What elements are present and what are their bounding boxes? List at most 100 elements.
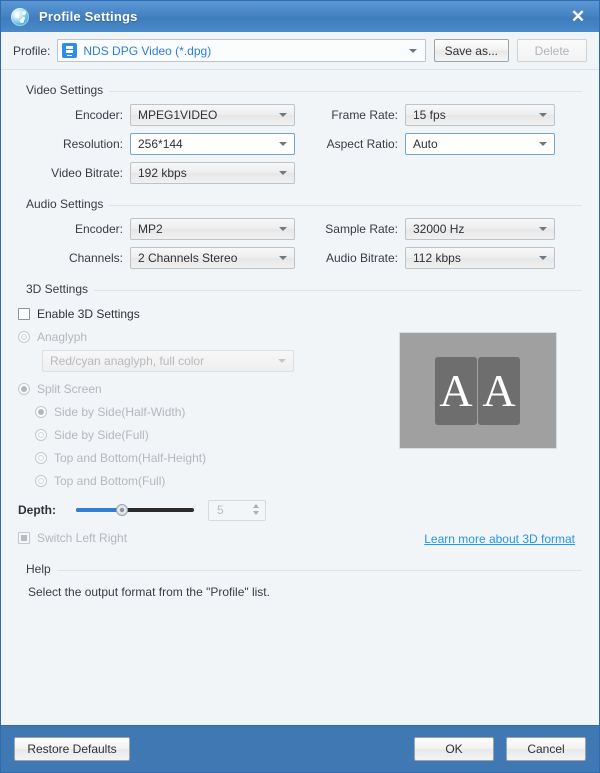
profile-settings-dialog: Profile Settings ✕ Profile: NDS DPG Vide… (0, 0, 600, 773)
side-by-side-full-row: Side by Side(Full) (18, 424, 373, 445)
top-bottom-half-label: Top and Bottom(Half-Height) (54, 450, 207, 465)
depth-slider[interactable] (76, 503, 194, 517)
anaglyph-mode-value: Red/cyan anaglyph, full color (50, 354, 205, 368)
video-row-2: Resolution: 256*144 Aspect Ratio: Auto (18, 133, 582, 155)
anaglyph-mode-row: Red/cyan anaglyph, full color (18, 350, 373, 372)
chevron-down-icon (279, 142, 287, 146)
frame-rate-value: 15 fps (413, 108, 446, 122)
sample-rate-value: 32000 Hz (413, 222, 465, 236)
disc-icon (11, 7, 29, 26)
top-bottom-half-radio (35, 451, 47, 464)
sample-rate-field: Sample Rate: 32000 Hz (295, 218, 555, 240)
titlebar: Profile Settings ✕ (1, 1, 599, 32)
video-settings-body: Encoder: MPEG1VIDEO Frame Rate: 15 fps R… (18, 97, 582, 184)
chevron-down-icon (253, 510, 259, 515)
side-by-side-full-label: Side by Side(Full) (54, 427, 149, 442)
help-group-rule (18, 570, 582, 571)
anaglyph-label: Anaglyph (37, 329, 88, 344)
switch-left-right-checkbox (18, 531, 30, 544)
frame-rate-select[interactable]: 15 fps (405, 104, 555, 126)
depth-slider-fill (76, 508, 121, 512)
side-by-side-half-label: Side by Side(Half-Width) (54, 404, 186, 419)
video-encoder-select[interactable]: MPEG1VIDEO (130, 104, 295, 126)
threed-settings-group: 3D Settings Enable 3D Settings Anaglyph … (18, 282, 582, 546)
threed-options-column: Enable 3D Settings Anaglyph Red/cyan ana… (18, 303, 373, 550)
ok-button[interactable]: OK (414, 737, 494, 761)
profile-label: Profile: (13, 43, 51, 58)
chevron-down-icon (278, 359, 286, 363)
depth-stepper: 5 (208, 499, 266, 521)
audio-bitrate-select[interactable]: 112 kbps (405, 247, 555, 269)
audio-bitrate-value: 112 kbps (413, 251, 461, 265)
chevron-up-icon (253, 503, 259, 508)
audio-row-1: Encoder: MP2 Sample Rate: 32000 Hz (18, 218, 582, 240)
close-icon[interactable]: ✕ (563, 4, 593, 30)
channels-label: Channels: (68, 251, 123, 265)
save-as-button[interactable]: Save as... (433, 39, 509, 62)
anaglyph-radio-row: Anaglyph (18, 326, 373, 347)
audio-bitrate-label: Audio Bitrate: (325, 251, 398, 265)
threed-group-rule (18, 290, 582, 291)
profile-select[interactable]: NDS DPG Video (*.dpg) (57, 39, 426, 62)
channels-field: Channels: 2 Channels Stereo (18, 247, 295, 269)
profile-format-icon (62, 43, 78, 58)
chevron-down-icon (279, 113, 287, 117)
video-row-3: Video Bitrate: 192 kbps (18, 162, 582, 184)
resolution-select[interactable]: 256*144 (130, 133, 295, 155)
aspect-ratio-select[interactable]: Auto (405, 133, 555, 155)
video-row-1: Encoder: MPEG1VIDEO Frame Rate: 15 fps (18, 104, 582, 126)
enable-3d-checkbox-row[interactable]: Enable 3D Settings (18, 303, 373, 324)
channels-select[interactable]: 2 Channels Stereo (130, 247, 295, 269)
window-title: Profile Settings (39, 9, 138, 24)
audio-settings-body: Encoder: MP2 Sample Rate: 32000 Hz Chann… (18, 211, 582, 269)
side-by-side-full-radio (35, 428, 47, 441)
video-encoder-label: Encoder: (74, 108, 123, 122)
side-by-side-half-row: Side by Side(Half-Width) (18, 401, 373, 422)
threed-settings-title: 3D Settings (18, 282, 95, 296)
chevron-down-icon (408, 48, 417, 53)
audio-encoder-select[interactable]: MP2 (130, 218, 295, 240)
side-by-side-half-radio (35, 405, 47, 418)
threed-preview-image: A A (398, 332, 557, 449)
audio-bitrate-field: Audio Bitrate: 112 kbps (295, 247, 555, 269)
split-screen-radio (18, 382, 30, 395)
enable-3d-checkbox[interactable] (18, 307, 30, 320)
video-bitrate-select[interactable]: 192 kbps (130, 162, 295, 184)
audio-row-2: Channels: 2 Channels Stereo Audio Bitrat… (18, 247, 582, 269)
audio-encoder-value: MP2 (138, 222, 163, 236)
aspect-ratio-value: Auto (413, 137, 438, 151)
audio-encoder-label: Encoder: (74, 222, 123, 236)
depth-row: Depth: 5 (18, 498, 373, 522)
sample-rate-label: Sample Rate: (325, 222, 398, 236)
profile-row: Profile: NDS DPG Video (*.dpg) Save as..… (1, 32, 599, 70)
chevron-down-icon (279, 256, 287, 260)
channels-value: 2 Channels Stereo (138, 251, 238, 265)
cancel-button[interactable]: Cancel (506, 737, 586, 761)
aspect-ratio-label: Aspect Ratio: (326, 137, 398, 151)
frame-rate-field: Frame Rate: 15 fps (295, 104, 555, 126)
switch-left-right-row: Switch Left Right (18, 527, 373, 548)
enable-3d-label: Enable 3D Settings (37, 306, 140, 321)
split-screen-label: Split Screen (37, 381, 102, 396)
video-settings-group: Video Settings Encoder: MPEG1VIDEO Frame… (18, 83, 582, 184)
help-title: Help (18, 562, 57, 576)
chevron-down-icon (539, 113, 547, 117)
chevron-down-icon (279, 171, 287, 175)
restore-defaults-button[interactable]: Restore Defaults (14, 737, 130, 761)
delete-button: Delete (517, 39, 587, 62)
profile-value: NDS DPG Video (*.dpg) (83, 43, 212, 58)
dialog-footer: Restore Defaults OK Cancel (1, 725, 599, 772)
resolution-field: Resolution: 256*144 (18, 133, 295, 155)
help-text: Select the output format from the "Profi… (28, 585, 270, 599)
video-encoder-value: MPEG1VIDEO (138, 108, 218, 122)
depth-slider-thumb[interactable] (116, 504, 129, 516)
top-bottom-full-label: Top and Bottom(Full) (54, 473, 166, 488)
audio-settings-group: Audio Settings Encoder: MP2 Sample Rate:… (18, 197, 582, 269)
depth-stepper-arrows (253, 503, 259, 515)
top-bottom-full-row: Top and Bottom(Full) (18, 470, 373, 491)
help-group: Help Select the output format from the "… (18, 562, 582, 599)
learn-more-3d-link[interactable]: Learn more about 3D format (424, 532, 575, 546)
sample-rate-select[interactable]: 32000 Hz (405, 218, 555, 240)
top-bottom-half-row: Top and Bottom(Half-Height) (18, 447, 373, 468)
anaglyph-mode-select: Red/cyan anaglyph, full color (42, 350, 294, 372)
